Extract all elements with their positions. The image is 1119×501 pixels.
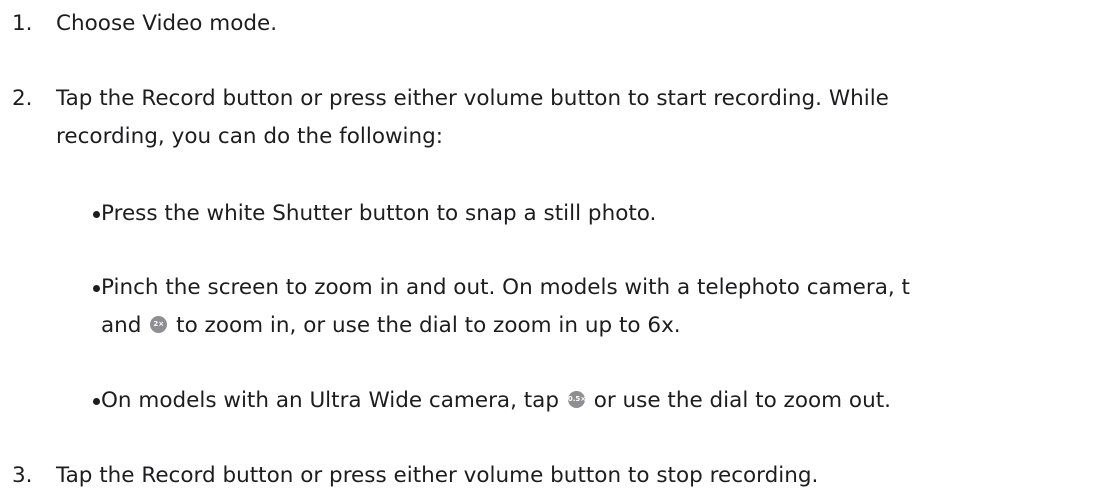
step-1: 1. Choose Video mode. — [12, 5, 1112, 43]
step-1-number: 1. — [12, 11, 33, 36]
step-2-text-line1: Tap the Record button or press either vo… — [56, 86, 889, 111]
bullet-dot — [93, 398, 100, 405]
bullet-item-2: Pinch the screen to zoom in and out. On … — [0, 269, 1119, 345]
bullet-2-line2-rest: to zoom in, or use the dial to zoom in u… — [176, 313, 681, 338]
bullet-item-3: On models with an Ultra Wide camera, tap… — [0, 382, 1119, 420]
bullet-2-and: and — [101, 313, 142, 338]
zoom-2x-icon: 2× — [150, 315, 168, 333]
step-3-number: 3. — [12, 463, 33, 488]
bullet-2-text-line1: Pinch the screen to zoom in and out. On … — [101, 275, 910, 300]
zoom-0.5x-icon: 0.5× — [567, 390, 586, 408]
step-3-text: Tap the Record button or press either vo… — [56, 463, 819, 488]
bullet-2-text-line2: and 2× to zoom in, or use the dial to zo… — [101, 307, 681, 345]
step-2-text-line2: recording, you can do the following: — [56, 124, 444, 149]
step-2: 2. Tap the Record button or press either… — [12, 80, 1119, 156]
instructions-page: 1. Choose Video mode. 2. Tap the Record … — [0, 0, 1119, 501]
bullet-item-1: Press the white Shutter button to snap a… — [0, 195, 1119, 233]
bullet-3-post: or use the dial to zoom out. — [593, 388, 891, 413]
bullet-dot — [93, 285, 100, 292]
bullet-1-text: Press the white Shutter button to snap a… — [101, 201, 657, 226]
bullet-dot — [93, 211, 100, 218]
step-3: 3. Tap the Record button or press either… — [12, 457, 1112, 495]
bullet-3-pre: On models with an Ultra Wide camera, tap — [101, 388, 560, 413]
step-1-text: Choose Video mode. — [56, 11, 278, 36]
step-2-number: 2. — [12, 86, 33, 111]
bullet-3-text: On models with an Ultra Wide camera, tap… — [101, 382, 891, 420]
